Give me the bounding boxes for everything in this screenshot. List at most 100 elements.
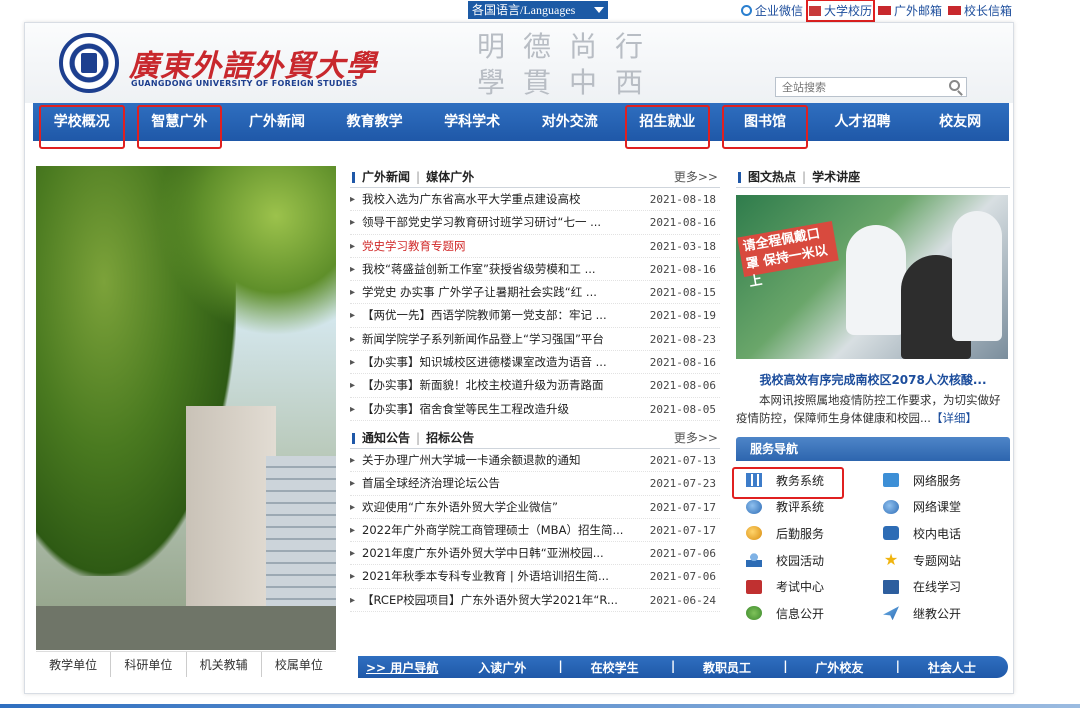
search-icon[interactable] — [949, 80, 960, 91]
service-info-disclosure[interactable]: 信息公开 — [736, 600, 873, 627]
list-item[interactable]: 新闻学院学子系列新闻作品登上“学习强国”平台 2021-08-23 — [350, 328, 720, 351]
unit-research[interactable]: 科研单位 — [111, 652, 187, 677]
service-academic-system[interactable]: 教务系统 — [732, 467, 873, 499]
link-wechat[interactable]: 企业微信 — [740, 2, 803, 19]
hot-news-detail-link[interactable]: 【详细】 — [931, 411, 977, 425]
notice-title: 欢迎使用“广东外语外贸大学企业微信” — [362, 499, 558, 514]
service-continuing-edu[interactable]: 继教公开 — [873, 600, 1010, 627]
nav-item-teaching[interactable]: 教育教学 — [326, 103, 424, 141]
news-more-link[interactable]: 更多>> — [674, 166, 718, 188]
notice-title: 2021年秋季本专科专业教育 | 外语培训招生简... — [362, 569, 609, 584]
service-activities[interactable]: 校园活动 — [736, 547, 873, 574]
notice-more-link[interactable]: 更多>> — [674, 427, 718, 449]
nav-item-alumni[interactable]: 校友网 — [911, 103, 1009, 141]
user-nav-prospective[interactable]: 入读广外 — [446, 659, 558, 676]
mail-icon — [947, 6, 961, 15]
services-header: 服务导航 — [736, 437, 1010, 461]
tab-notices[interactable]: 通知公告 — [362, 431, 410, 445]
list-item[interactable]: 关于办理广州大学城一卡通余额退款的通知 2021-07-13 — [350, 449, 720, 473]
unit-teaching[interactable]: 教学单位 — [36, 652, 112, 677]
unit-affiliated[interactable]: 校属单位 — [262, 652, 336, 677]
notice-date: 2021-07-17 — [649, 500, 716, 514]
user-navigation-bar: >> 用户导航 入读广外 在校学生 教职员工 广外校友 社会人士 — [358, 656, 1008, 678]
notice-header: 通知公告 | 招标公告 更多>> — [350, 427, 720, 449]
link-mail-label: 广外邮箱 — [893, 4, 942, 18]
list-item[interactable]: 欢迎使用“广东外语外贸大学企业微信” 2021-07-17 — [350, 496, 720, 519]
medical-worker — [846, 225, 906, 335]
main-nav: 学校概况 智慧广外 广外新闻 教育教学 学科学术 对外交流 招生就业 图书馆 人… — [33, 103, 1009, 149]
list-item[interactable]: 党史学习教育专题网 2021-03-18 — [350, 235, 720, 258]
logo-english-name: GUANGDONG UNIVERSITY OF FOREIGN STUDIES — [131, 79, 358, 88]
list-item[interactable]: 【办实事】知识城校区进德楼课室改造为语音 ... 2021-08-16 — [350, 351, 720, 375]
news-title: 【办实事】知识城校区进德楼课室改造为语音 ... — [362, 355, 607, 370]
service-network[interactable]: 网络服务 — [873, 467, 1010, 494]
news-date: 2021-08-18 — [649, 193, 716, 206]
tab-photo-news[interactable]: 图文热点 — [748, 170, 796, 184]
list-item[interactable]: 首届全球经济治理论坛公告 2021-07-23 — [350, 472, 720, 496]
list-item[interactable]: 领导干部党史学习教育研讨班学习研讨“七一 ... 2021-08-16 — [350, 211, 720, 235]
list-item[interactable]: 学党史 办实事 广外学子让暑期社会实践“红 ... 2021-08-15 — [350, 281, 720, 305]
user-nav-public[interactable]: 社会人士 — [896, 659, 1008, 676]
user-nav-heading: >> 用户导航 — [366, 660, 439, 675]
link-president-mail[interactable]: 校长信箱 — [947, 2, 1012, 19]
list-item[interactable]: 【RCEP校园项目】广东外语外贸大学2021年“R... 2021-06-24 — [350, 589, 720, 612]
hot-news-image[interactable]: 请全程佩戴口罩 保持一米以上 — [736, 195, 1008, 359]
plane-icon — [883, 606, 899, 621]
list-item[interactable]: 【办实事】宿舍食堂等民生工程改造升级 2021-08-05 — [350, 398, 720, 421]
news-title: 我校“蒋盛益创新工作室”获授省级劳模和工 ... — [362, 261, 596, 276]
search-input[interactable] — [776, 78, 936, 96]
list-item[interactable]: 我校入选为广东省高水平大学重点建设高校 2021-08-18 — [350, 188, 720, 212]
nav-item-academics[interactable]: 学科学术 — [423, 103, 521, 141]
news-date: 2021-08-15 — [649, 286, 716, 300]
service-exam-center[interactable]: 考试中心 — [736, 573, 873, 600]
nav-item-news[interactable]: 广外新闻 — [228, 103, 326, 141]
list-item[interactable]: 【办实事】新面貌！北校主校道升级为沥青路面 2021-08-06 — [350, 374, 720, 398]
unit-admin[interactable]: 机关教辅 — [187, 652, 262, 677]
service-online-class[interactable]: 网络课堂 — [873, 494, 1010, 521]
nav-item-smart-gdufs[interactable]: 智慧广外 — [131, 103, 229, 149]
user-nav-alumni[interactable]: 广外校友 — [783, 659, 895, 676]
nav-item-admissions[interactable]: 招生就业 — [619, 103, 717, 149]
service-label: 教评系统 — [776, 500, 825, 515]
service-label: 专题网站 — [913, 553, 962, 568]
top-links: 企业微信 大学校历 广外邮箱 校长信箱 — [740, 0, 1012, 22]
list-item[interactable]: 我校“蒋盛益创新工作室”获授省级劳模和工 ... 2021-08-16 — [350, 258, 720, 281]
tab-separator: | — [416, 430, 421, 445]
nav-item-library[interactable]: 图书馆 — [716, 103, 814, 149]
campus-slider-image[interactable]: 1 2 3 4 — [36, 166, 336, 650]
service-topics[interactable]: ★ 专题网站 — [873, 547, 1010, 574]
coin-icon — [746, 526, 762, 541]
news-date: 2021-03-18 — [649, 239, 716, 253]
tab-lectures[interactable]: 学术讲座 — [812, 170, 860, 184]
user-nav-students[interactable]: 在校学生 — [558, 659, 670, 676]
checklist-icon — [746, 579, 762, 594]
nav-item-international[interactable]: 对外交流 — [521, 103, 619, 141]
service-label: 教务系统 — [776, 473, 825, 488]
service-phone[interactable]: 校内电话 — [873, 520, 1010, 547]
link-calendar[interactable]: 大学校历 — [805, 0, 875, 22]
list-item[interactable]: 2021年秋季本专科专业教育 | 外语培训招生简... 2021-07-06 — [350, 565, 720, 589]
language-select[interactable]: 各国语言/Languages — [468, 1, 608, 19]
university-seal-logo[interactable] — [59, 33, 119, 93]
service-label: 考试中心 — [776, 580, 825, 595]
nav-item-recruitment[interactable]: 人才招聘 — [814, 103, 912, 141]
hot-news-title[interactable]: 我校高效有序完成南校区2078人次核酸... — [736, 371, 1010, 388]
user-nav-staff[interactable]: 教职员工 — [671, 659, 783, 676]
list-item[interactable]: 【两优一先】西语学院教师第一党支部：牢记 ... 2021-08-19 — [350, 304, 720, 328]
service-logistics[interactable]: 后勤服务 — [736, 520, 873, 547]
list-item[interactable]: 2021年度广东外语外贸大学中日韩“亚洲校园... 2021-07-06 — [350, 542, 720, 566]
service-evaluation[interactable]: 教评系统 — [736, 494, 873, 521]
service-label: 在线学习 — [913, 580, 962, 595]
link-mail[interactable]: 广外邮箱 — [877, 2, 942, 19]
globe-icon — [883, 499, 899, 514]
news-date: 2021-08-19 — [649, 309, 716, 323]
notice-date: 2021-07-23 — [649, 477, 716, 491]
service-online-learning[interactable]: 在线学习 — [873, 573, 1010, 600]
list-item[interactable]: 2022年广外商学院工商管理硕士（MBA）招生简... 2021-07-17 — [350, 519, 720, 542]
building-left — [186, 406, 276, 626]
mail-icon — [877, 6, 891, 15]
nav-item-about[interactable]: 学校概况 — [33, 103, 131, 149]
tab-gdufs-news[interactable]: 广外新闻 — [362, 170, 410, 184]
tab-tenders[interactable]: 招标公告 — [426, 431, 474, 445]
tab-media-news[interactable]: 媒体广外 — [426, 170, 474, 184]
